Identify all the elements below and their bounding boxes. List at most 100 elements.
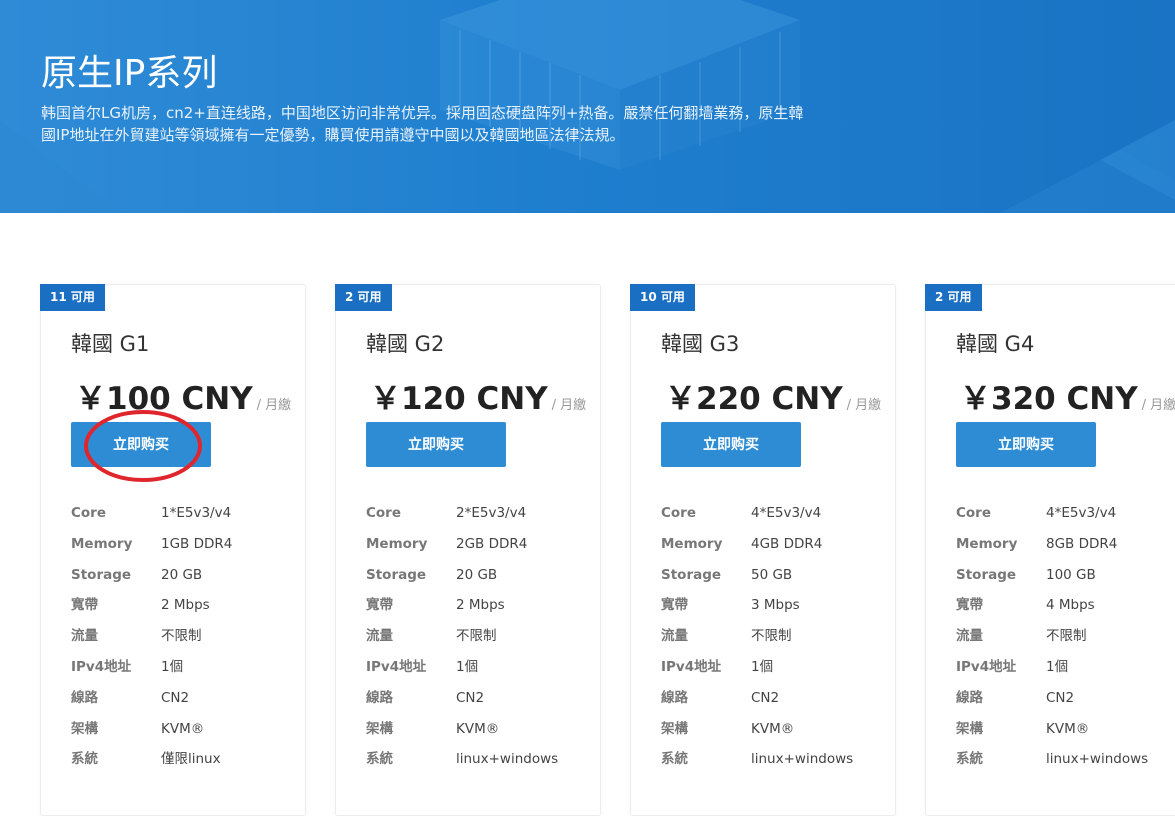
spec-value: 2 Mbps	[161, 597, 210, 614]
spec-row-bandwidth: 寬帶 4 Mbps	[956, 590, 1175, 621]
spec-value: 1*E5v3/v4	[161, 505, 232, 521]
spec-row-memory: Memory 2GB DDR4	[366, 529, 596, 560]
spec-key: 系統	[661, 751, 688, 768]
spec-value: 20 GB	[161, 566, 203, 583]
spec-key: 線路	[366, 689, 393, 706]
spec-key: Memory	[956, 535, 1018, 552]
spec-key: 線路	[956, 689, 983, 706]
spec-row-architecture: 架構 KVM®	[71, 714, 301, 745]
spec-value: 8GB DDR4	[1046, 535, 1118, 552]
spec-key: IPv4地址	[366, 658, 427, 675]
spec-value: 1個	[1046, 658, 1069, 675]
spec-value: CN2	[751, 689, 780, 706]
spec-key: 系統	[366, 751, 393, 768]
spec-key: 系統	[956, 751, 983, 768]
plan-card-g2: 2 可用 韓國 G2 ￥120 CNY / 月繳 立即购买 Core 2*E5v3/…	[335, 284, 601, 816]
spec-key: 寬帶	[366, 597, 393, 614]
plan-price: ￥120 CNY	[370, 381, 548, 417]
spec-value: linux+windows	[1046, 751, 1149, 768]
page-title: 原生IP系列	[41, 53, 218, 94]
spec-key: Core	[956, 505, 991, 521]
spec-value: 1GB DDR4	[161, 535, 233, 552]
spec-value: 1個	[456, 658, 479, 675]
spec-row-architecture: 架構 KVM®	[956, 714, 1175, 745]
spec-key: Memory	[366, 535, 428, 552]
spec-key: 流量	[956, 628, 983, 645]
spec-value: 2GB DDR4	[456, 535, 528, 552]
spec-value: 不限制	[1046, 628, 1087, 645]
spec-row-bandwidth: 寬帶 2 Mbps	[71, 590, 301, 621]
spec-list: Core 4*E5v3/v4 Memory 8GB DDR4 Storage 100 …	[956, 498, 1175, 775]
spec-list: Core 4*E5v3/v4 Memory 4GB DDR4 Storage 50 G…	[661, 498, 891, 775]
spec-value: KVM®	[1046, 720, 1090, 737]
spec-row-os: 系統 linux+windows	[956, 744, 1175, 775]
spec-value: 不限制	[751, 628, 792, 645]
spec-row-ipv4: IPv4地址 1個	[956, 652, 1175, 683]
spec-value: 不限制	[161, 628, 202, 645]
spec-row-os: 系統 linux+windows	[661, 744, 891, 775]
availability-badge: 2 可用	[335, 284, 392, 311]
spec-row-memory: Memory 1GB DDR4	[71, 529, 301, 560]
spec-key: Core	[71, 505, 106, 521]
buy-now-button[interactable]: 立即购买	[956, 422, 1096, 467]
buy-now-button[interactable]: 立即购买	[366, 422, 506, 467]
spec-value: 4*E5v3/v4	[751, 505, 822, 521]
plan-card-g4: 2 可用 韓國 G4 ￥320 CNY / 月繳 立即购买 Core 4*E5v3/…	[925, 284, 1175, 816]
spec-row-ipv4: IPv4地址 1個	[661, 652, 891, 683]
spec-value: KVM®	[456, 720, 500, 737]
spec-row-storage: Storage 50 GB	[661, 560, 891, 591]
buy-now-button[interactable]: 立即购买	[71, 422, 211, 467]
spec-key: Storage	[956, 566, 1017, 583]
spec-value: 4 Mbps	[1046, 597, 1095, 614]
plan-price: ￥100 CNY	[75, 381, 253, 417]
availability-badge: 10 可用	[630, 284, 695, 311]
spec-list: Core 2*E5v3/v4 Memory 2GB DDR4 Storage 20 G…	[366, 498, 596, 775]
billing-period: / 月繳	[551, 398, 587, 413]
spec-key: 線路	[661, 689, 688, 706]
spec-value: 20 GB	[456, 566, 498, 583]
availability-badge: 2 可用	[925, 284, 982, 311]
spec-row-storage: Storage 100 GB	[956, 560, 1175, 591]
spec-key: 流量	[71, 628, 98, 645]
spec-key: 線路	[71, 689, 98, 706]
spec-key: Storage	[661, 566, 722, 583]
spec-row-core: Core 2*E5v3/v4	[366, 498, 596, 529]
plan-name: 韓國 G2	[366, 332, 445, 356]
spec-key: 系統	[71, 751, 98, 768]
plan-price: ￥220 CNY	[665, 381, 843, 417]
spec-key: 架構	[661, 720, 688, 737]
spec-row-os: 系統 僅限linux	[71, 744, 301, 775]
spec-value: 1個	[751, 658, 774, 675]
price-row: ￥220 CNY / 月繳	[665, 373, 881, 418]
spec-value: 4GB DDR4	[751, 535, 823, 552]
spec-key: 寬帶	[956, 597, 983, 614]
spec-value: linux+windows	[456, 751, 559, 768]
spec-key: 流量	[366, 628, 393, 645]
spec-key: IPv4地址	[661, 658, 722, 675]
spec-value: 2 Mbps	[456, 597, 505, 614]
spec-value: KVM®	[751, 720, 795, 737]
spec-row-traffic: 流量 不限制	[366, 621, 596, 652]
spec-row-core: Core 4*E5v3/v4	[956, 498, 1175, 529]
spec-row-core: Core 4*E5v3/v4	[661, 498, 891, 529]
spec-row-memory: Memory 4GB DDR4	[661, 529, 891, 560]
plan-card-g1: 11 可用 韓國 G1 ￥100 CNY / 月繳 立即购买 Core 1*E5v3…	[40, 284, 306, 816]
spec-value: KVM®	[161, 720, 205, 737]
plan-card-g3: 10 可用 韓國 G3 ￥220 CNY / 月繳 立即购买 Core 4*E5v3…	[630, 284, 896, 816]
spec-row-route: 線路 CN2	[661, 683, 891, 714]
spec-row-bandwidth: 寬帶 2 Mbps	[366, 590, 596, 621]
spec-row-ipv4: IPv4地址 1個	[71, 652, 301, 683]
buy-now-button[interactable]: 立即购买	[661, 422, 801, 467]
spec-value: 2*E5v3/v4	[456, 505, 527, 521]
price-row: ￥100 CNY / 月繳	[75, 373, 291, 418]
spec-key: Storage	[366, 566, 427, 583]
spec-key: 架構	[366, 720, 393, 737]
spec-key: Core	[661, 505, 696, 521]
spec-value: 不限制	[456, 628, 497, 645]
page-description: 韩国首尔LG机房，cn2+直连线路，中国地区访问非常优异。採用固态硬盘阵列+热备…	[41, 104, 804, 144]
spec-row-architecture: 架構 KVM®	[661, 714, 891, 745]
spec-key: IPv4地址	[956, 658, 1017, 675]
spec-key: Storage	[71, 566, 132, 583]
plan-name: 韓國 G3	[661, 332, 740, 356]
spec-key: 流量	[661, 628, 688, 645]
